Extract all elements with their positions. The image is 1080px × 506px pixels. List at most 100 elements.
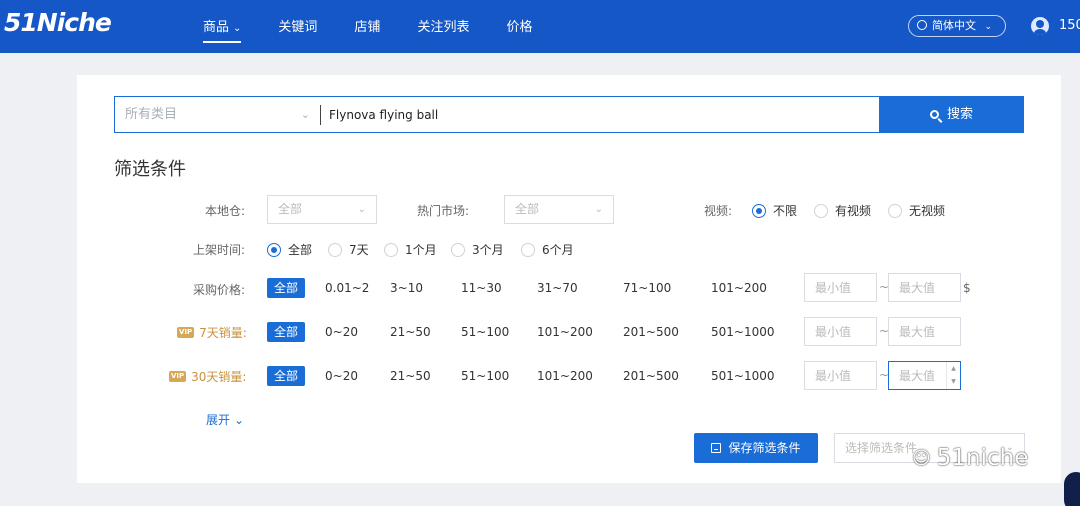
chevron-down-icon: ⌄: [234, 413, 245, 427]
radio-icon: [384, 242, 398, 257]
listing-option-1m[interactable]: 1个月: [384, 241, 437, 258]
expand-toggle[interactable]: 展开 ⌄: [206, 411, 244, 428]
chevron-down-icon: ⌄: [594, 204, 603, 215]
search-button[interactable]: 搜索: [879, 96, 1024, 133]
radio-label: 不限: [773, 204, 798, 218]
search-bar: 所有类目 ⌄ 搜索: [114, 96, 1024, 133]
market-select[interactable]: 全部 ⌄: [504, 195, 614, 224]
filter-panel: 所有类目 ⌄ 搜索 筛选条件 本地仓: 全部 ⌄ 热门市场: 全部 ⌄ 视频: 不限…: [77, 75, 1061, 483]
price-max-input[interactable]: [888, 273, 961, 302]
chevron-up-icon[interactable]: ▲: [947, 362, 960, 375]
number-stepper[interactable]: ▲ ▼: [946, 362, 960, 389]
top-navigation-bar: 51Niche 商品 ⌄ 关键词 店铺 关注列表 价格 简体中文 ⌄ 150: [0, 0, 1080, 53]
section-title: 筛选条件: [114, 159, 186, 180]
sales30-option[interactable]: 201~500: [623, 369, 679, 383]
price-label: 采购价格:: [193, 283, 246, 297]
language-switcher[interactable]: 简体中文 ⌄: [908, 15, 1006, 37]
listing-option-3m[interactable]: 3个月: [451, 241, 504, 258]
nav-item-stores[interactable]: 店铺: [354, 0, 380, 53]
globe-icon: [917, 20, 927, 30]
warehouse-select[interactable]: 全部 ⌄: [267, 195, 377, 224]
video-option-without[interactable]: 无视频: [888, 202, 945, 219]
radio-icon: [814, 203, 828, 218]
vip-badge-icon: VIP: [169, 371, 187, 382]
sales30-label: VIP 30天销量:: [169, 368, 246, 385]
listing-option-7d[interactable]: 7天: [328, 241, 369, 258]
nav-item-watchlist[interactable]: 关注列表: [417, 0, 469, 53]
watermark: ☺ 51niche: [912, 445, 1028, 471]
radio-label: 有视频: [835, 204, 872, 218]
wechat-icon: ☺: [912, 447, 931, 469]
price-min-input[interactable]: [804, 273, 877, 302]
price-option[interactable]: 71~100: [623, 281, 671, 295]
sales7-option[interactable]: 101~200: [537, 325, 593, 339]
search-input[interactable]: [321, 97, 879, 132]
sales7-option[interactable]: 51~100: [461, 325, 509, 339]
sales7-min-input[interactable]: [804, 317, 877, 346]
radio-icon: [328, 242, 342, 257]
radio-icon: [451, 242, 465, 257]
video-option-any[interactable]: 不限: [752, 202, 797, 219]
radio-icon: [521, 242, 535, 257]
choose-filter-placeholder: 选择筛选条件: [845, 441, 918, 455]
nav-item-label: 商品: [203, 20, 230, 35]
sales30-option[interactable]: 101~200: [537, 369, 593, 383]
radio-label: 1个月: [405, 243, 437, 257]
nav-item-products[interactable]: 商品 ⌄: [203, 0, 242, 53]
price-option[interactable]: 31~70: [537, 281, 578, 295]
sales7-max-input[interactable]: [888, 317, 961, 346]
radio-selected-icon: [267, 242, 281, 257]
vip-badge-icon: VIP: [177, 327, 195, 338]
sales30-option[interactable]: 501~1000: [711, 369, 775, 383]
watermark-text: 51niche: [936, 445, 1029, 471]
market-value: 全部: [515, 202, 540, 216]
sales30-option-all[interactable]: 全部: [267, 366, 305, 386]
avatar[interactable]: [1031, 17, 1049, 35]
radio-icon: [888, 203, 902, 218]
price-option[interactable]: 101~200: [711, 281, 767, 295]
radio-label: 6个月: [542, 243, 574, 257]
sales30-option[interactable]: 51~100: [461, 369, 509, 383]
search-button-label: 搜索: [946, 107, 973, 122]
category-select[interactable]: 所有类目 ⌄: [115, 97, 320, 132]
floating-widget[interactable]: [1064, 472, 1080, 506]
listing-option-all[interactable]: 全部: [267, 241, 312, 258]
radio-selected-icon: [752, 203, 766, 218]
sales7-option-all[interactable]: 全部: [267, 322, 305, 342]
save-icon: [711, 443, 722, 453]
radio-label: 全部: [288, 243, 313, 257]
sales7-option[interactable]: 501~1000: [711, 325, 775, 339]
chevron-down-icon: ⌄: [984, 22, 993, 32]
sales7-label: VIP 7天销量:: [177, 324, 247, 341]
market-label: 热门市场:: [417, 204, 470, 218]
main-nav: 商品 ⌄ 关键词 店铺 关注列表 价格: [203, 0, 569, 53]
chevron-down-icon: ⌄: [357, 204, 366, 215]
price-option[interactable]: 0.01~2: [325, 281, 369, 295]
expand-label: 展开: [206, 413, 231, 427]
sales30-option[interactable]: 0~20: [325, 369, 358, 383]
video-option-with[interactable]: 有视频: [814, 202, 871, 219]
nav-item-keywords[interactable]: 关键词: [278, 0, 317, 53]
listing-time-label: 上架时间:: [193, 243, 246, 257]
sales30-option[interactable]: 21~50: [390, 369, 431, 383]
price-option[interactable]: 11~30: [461, 281, 502, 295]
sales30-min-input[interactable]: [804, 361, 877, 390]
logo[interactable]: 51Niche: [4, 8, 112, 37]
chevron-down-icon: ⌄: [233, 23, 242, 34]
listing-option-6m[interactable]: 6个月: [521, 241, 574, 258]
sales7-option[interactable]: 201~500: [623, 325, 679, 339]
price-option[interactable]: 3~10: [390, 281, 423, 295]
chevron-down-icon: ⌄: [300, 108, 310, 121]
nav-item-price[interactable]: 价格: [506, 0, 532, 53]
price-option-all[interactable]: 全部: [267, 278, 305, 298]
user-name[interactable]: 150: [1059, 18, 1080, 33]
sales7-option[interactable]: 21~50: [390, 325, 431, 339]
language-label: 简体中文: [932, 19, 976, 32]
chevron-down-icon[interactable]: ▼: [947, 375, 960, 388]
sales30-label-text: 30天销量:: [191, 370, 247, 384]
radio-label: 无视频: [909, 204, 946, 218]
save-filter-button[interactable]: 保存筛选条件: [694, 433, 818, 463]
video-label: 视频:: [704, 204, 733, 218]
warehouse-label: 本地仓:: [205, 204, 246, 218]
sales7-option[interactable]: 0~20: [325, 325, 358, 339]
